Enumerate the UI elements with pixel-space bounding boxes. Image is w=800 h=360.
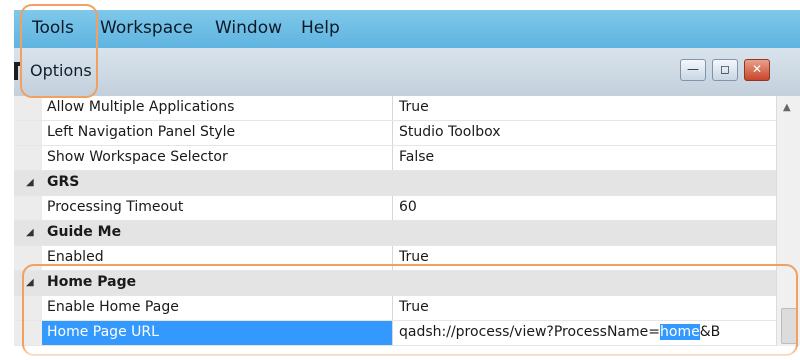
restore-icon: ◻ (720, 62, 730, 76)
category-row-guide-me[interactable]: ◢ Guide Me (14, 221, 776, 246)
options-window-title: Options (30, 61, 92, 80)
home-page-url-input[interactable]: qadsh://process/view?ProcessName=home&B (399, 324, 720, 340)
options-window-icon (14, 62, 22, 80)
property-value[interactable]: False (399, 149, 434, 165)
property-name: Processing Timeout (47, 199, 184, 215)
property-row[interactable]: Enable Home Page True (14, 296, 776, 321)
category-row-grs[interactable]: ◢ GRS (14, 171, 776, 196)
property-value[interactable]: Studio Toolbox (399, 124, 501, 140)
property-value[interactable]: 60 (399, 199, 417, 215)
minimize-button[interactable]: — (680, 59, 706, 81)
bottom-fade (0, 346, 800, 360)
property-name: Home Page URL (47, 324, 159, 340)
property-name: Left Navigation Panel Style (47, 124, 236, 140)
property-name: Show Workspace Selector (47, 149, 228, 165)
property-name: Enabled (47, 249, 104, 265)
menu-tools[interactable]: Tools (32, 18, 74, 38)
category-label: Home Page (47, 274, 137, 290)
minimize-icon: — (687, 62, 699, 76)
category-label: Guide Me (47, 224, 122, 240)
restore-button[interactable]: ◻ (712, 59, 738, 81)
category-row-home-page[interactable]: ◢ Home Page (14, 271, 776, 296)
collapse-triangle-icon[interactable]: ◢ (26, 177, 34, 188)
menu-window[interactable]: Window (215, 18, 282, 38)
collapse-triangle-icon[interactable]: ◢ (26, 227, 34, 238)
property-name: Allow Multiple Applications (47, 99, 235, 115)
collapse-triangle-icon[interactable]: ◢ (26, 277, 34, 288)
property-row[interactable]: Processing Timeout 60 (14, 196, 776, 221)
menu-workspace[interactable]: Workspace (100, 18, 193, 38)
category-label: GRS (47, 174, 80, 190)
property-name: Enable Home Page (47, 299, 179, 315)
property-row[interactable]: Allow Multiple Applications True (14, 96, 776, 121)
vertical-scrollbar[interactable]: ▲ (776, 96, 800, 346)
close-icon: ✕ (751, 62, 763, 76)
property-row[interactable]: Left Navigation Panel Style Studio Toolb… (14, 121, 776, 146)
scroll-up-arrow-icon[interactable]: ▲ (783, 102, 791, 113)
property-row[interactable]: Show Workspace Selector False (14, 146, 776, 171)
options-title-bar: Options — ◻ ✕ (14, 48, 800, 97)
property-value[interactable]: True (399, 299, 429, 315)
property-row-selected[interactable]: Home Page URL qadsh://process/view?Proce… (14, 321, 776, 346)
close-button[interactable]: ✕ (744, 59, 770, 81)
property-grid: Allow Multiple Applications True Left Na… (14, 96, 776, 346)
menu-bar: Tools Workspace Window Help (14, 10, 800, 48)
menu-help[interactable]: Help (301, 18, 340, 38)
scroll-thumb[interactable] (781, 308, 797, 344)
property-row[interactable]: Enabled True (14, 246, 776, 271)
property-value[interactable]: True (399, 249, 429, 265)
property-value[interactable]: True (399, 99, 429, 115)
selected-text: home (660, 324, 700, 340)
